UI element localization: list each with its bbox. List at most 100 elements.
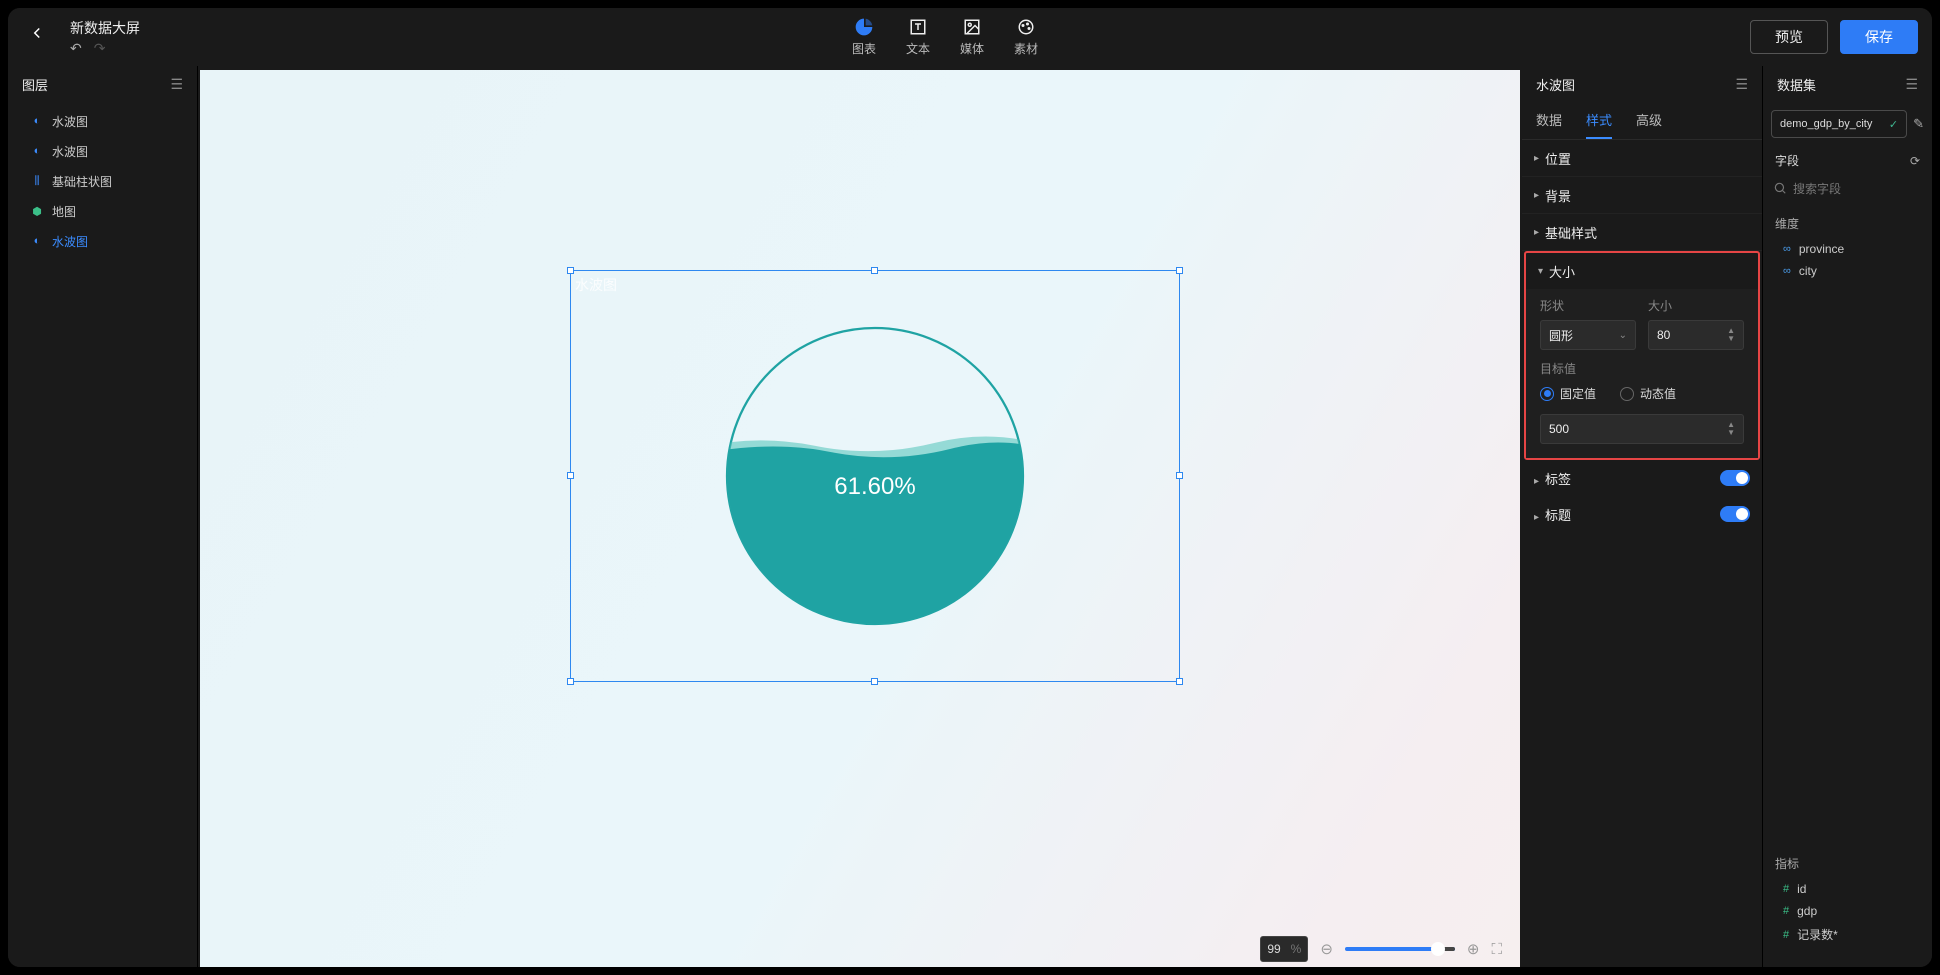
dataset-select[interactable]: demo_gdp_by_city✓ [1771,110,1907,138]
palette-icon [1016,17,1036,37]
metric-item[interactable]: #gdp [1763,900,1932,922]
title-toggle[interactable] [1720,506,1750,522]
selection-label: 水波图 [575,275,617,295]
caret-right-icon: ▸ [1534,476,1539,487]
zoom-slider[interactable] [1345,947,1455,951]
layer-label: 水波图 [52,143,88,160]
resize-handle-s[interactable] [871,678,878,685]
slider-thumb[interactable] [1431,942,1445,956]
canvas-area: 水波图 [198,66,1522,967]
layer-item[interactable]: ◐水波图 [8,136,197,166]
edit-icon[interactable]: ✎ [1913,116,1924,132]
tool-label: 媒体 [960,40,984,57]
link-icon: ∞ [1783,243,1791,255]
spinner-icon[interactable]: ▲▼ [1727,327,1735,343]
props-title: 水波图 [1536,75,1575,94]
label-toggle[interactable] [1720,470,1750,486]
resize-handle-ne[interactable] [1176,267,1183,274]
layer-item[interactable]: ◐水波图 [8,106,197,136]
zoom-out-icon[interactable]: ⊖ [1320,940,1333,958]
layer-item[interactable]: ⬢地图 [8,196,197,226]
field-search[interactable]: 搜索字段 [1773,175,1922,201]
resize-handle-sw[interactable] [567,678,574,685]
link-icon: ∞ [1783,265,1791,277]
zoom-input[interactable]: 99% [1260,936,1308,962]
resize-handle-w[interactable] [567,472,574,479]
layers-title: 图层 [22,75,48,94]
layer-item[interactable]: ⫼ 基础柱状图 [8,166,197,196]
metric-item[interactable]: #id [1763,878,1932,900]
section-background[interactable]: ▸背景 [1522,177,1762,213]
radio-dynamic[interactable]: 动态值 [1620,385,1676,402]
text-icon [908,17,928,37]
resize-handle-se[interactable] [1176,678,1183,685]
dimension-item[interactable]: ∞province [1763,238,1932,260]
tab-data[interactable]: 数据 [1536,110,1562,139]
tool-label: 文本 [906,40,930,57]
resize-handle-nw[interactable] [567,267,574,274]
shape-select[interactable]: 圆形⌄ [1540,320,1636,350]
resize-handle-n[interactable] [871,267,878,274]
selection-box[interactable]: 水波图 [570,270,1180,682]
target-input[interactable]: 500▲▼ [1540,414,1744,444]
tab-style[interactable]: 样式 [1586,110,1612,139]
zoom-value: 99 [1267,942,1280,956]
caret-right-icon: ▸ [1534,153,1539,164]
layers-panel: 图层 ☰ ◐水波图 ◐水波图 ⫼基础柱状图 ⬢地图 ◐水波图 [8,66,198,967]
layer-item-selected[interactable]: ◐ 水波图 [8,226,197,256]
preview-button[interactable]: 预览 [1750,20,1828,54]
section-title[interactable]: ▸标题 [1522,496,1762,532]
properties-panel: 水波图 ☰ 数据 样式 高级 ▸位置 ▸背景 ▸基础样式 ▾大小 形状 [1522,66,1762,967]
layer-label: 水波图 [52,113,88,130]
metric-item[interactable]: #记录数* [1763,922,1932,947]
tool-chart[interactable]: 图表 [852,17,876,57]
save-button[interactable]: 保存 [1840,20,1918,54]
hash-icon: # [1783,883,1789,895]
layer-label: 水波图 [52,233,88,250]
chevron-down-icon: ⌄ [1619,330,1627,341]
pie-chart-icon [854,17,874,37]
hash-icon: # [1783,929,1789,941]
layers-menu-icon[interactable]: ☰ [170,76,183,93]
refresh-icon[interactable]: ⟳ [1910,154,1920,168]
tool-text[interactable]: 文本 [906,17,930,57]
check-icon: ✓ [1889,118,1898,131]
fields-label: 字段 [1775,152,1799,169]
zoom-fit-icon[interactable]: ⛶ [1491,941,1502,958]
liquid-chart: 61.60% [724,325,1026,627]
tab-advanced[interactable]: 高级 [1636,110,1662,139]
dimension-item[interactable]: ∞city [1763,260,1932,282]
section-basic-style[interactable]: ▸基础样式 [1522,214,1762,250]
hash-icon: # [1783,905,1789,917]
redo-icon[interactable]: ↷ [94,40,106,57]
search-icon [1773,181,1787,195]
caret-right-icon: ▸ [1534,227,1539,238]
zoom-in-icon[interactable]: ⊕ [1467,940,1480,958]
bar-chart-icon: ⫼ [30,174,44,188]
liquid-icon: ◐ [30,234,44,248]
undo-icon[interactable]: ↶ [70,40,82,57]
size-input[interactable]: 80▲▼ [1648,320,1744,350]
tool-material[interactable]: 素材 [1014,17,1038,57]
props-menu-icon[interactable]: ☰ [1735,76,1748,93]
canvas[interactable]: 水波图 [200,70,1520,967]
section-position[interactable]: ▸位置 [1522,140,1762,176]
caret-down-icon: ▾ [1538,266,1543,277]
back-button[interactable] [22,18,52,54]
dataset-menu-icon[interactable]: ☰ [1905,76,1918,93]
dataset-title: 数据集 [1777,75,1816,94]
radio-fixed[interactable]: 固定值 [1540,385,1596,402]
map-icon: ⬢ [30,204,44,218]
layer-label: 基础柱状图 [52,173,112,190]
tool-media[interactable]: 媒体 [960,17,984,57]
section-label[interactable]: ▸标签 [1522,460,1762,496]
caret-right-icon: ▸ [1534,190,1539,201]
spinner-icon[interactable]: ▲▼ [1727,421,1735,437]
header: 新数据大屏 ↶ ↷ 图表 文本 媒体 素材 [8,8,1932,66]
dimensions-header: 维度 [1763,209,1932,238]
page-title: 新数据大屏 [70,18,140,38]
size-section-highlight: ▾大小 形状 圆形⌄ 大小 80▲▼ 目标值 [1524,251,1760,460]
radio-dot-icon [1620,387,1634,401]
resize-handle-e[interactable] [1176,472,1183,479]
section-size[interactable]: ▾大小 [1526,253,1758,289]
